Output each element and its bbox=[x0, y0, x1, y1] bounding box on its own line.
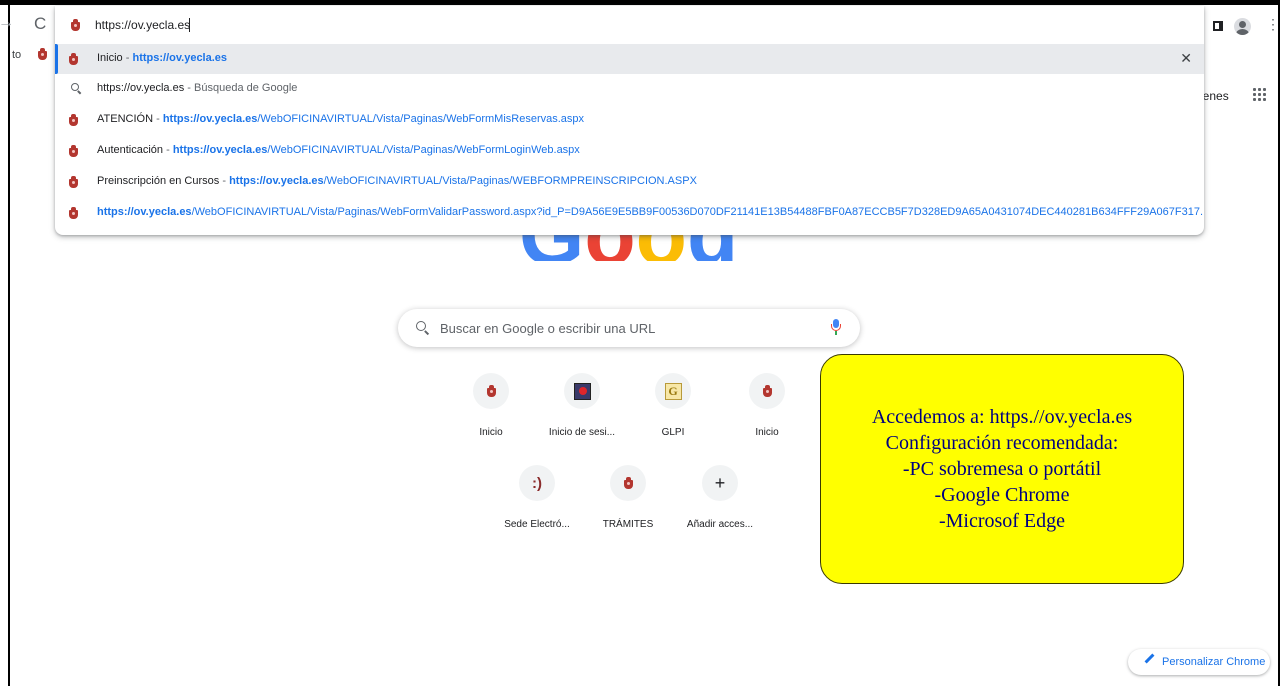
add-shortcut-tile[interactable]: + Añadir acces... bbox=[675, 465, 765, 545]
pencil-icon bbox=[1144, 653, 1155, 664]
yecla-crest-icon bbox=[749, 373, 785, 409]
forward-icon[interactable]: → bbox=[0, 14, 14, 32]
search-icon bbox=[69, 83, 81, 96]
ntp-search-input[interactable] bbox=[440, 319, 820, 337]
more-menu-icon[interactable]: ⋮ bbox=[1266, 17, 1280, 31]
ntp-search-box[interactable] bbox=[398, 309, 860, 347]
plus-icon: + bbox=[702, 465, 738, 501]
voice-search-icon[interactable] bbox=[831, 319, 841, 337]
suggestion-text: https://ov.yecla.es - Búsqueda de Google bbox=[97, 82, 298, 94]
bookmark-crest-icon[interactable] bbox=[38, 48, 47, 61]
suggestion-preinscripcion[interactable]: Preinscripción en Cursos - https://ov.ye… bbox=[55, 167, 1204, 197]
customize-chrome-button[interactable]: Personalizar Chrome bbox=[1128, 649, 1270, 675]
omnibox-dropdown: Inicio - https://ov.yecla.es ✕ https://o… bbox=[55, 6, 1204, 235]
search-icon bbox=[416, 321, 426, 331]
callout-line: -Microsof Edge bbox=[938, 510, 1066, 532]
shortcut-label: Inicio bbox=[479, 427, 503, 438]
window-top-border bbox=[0, 0, 1280, 5]
shortcut-label: Añadir acces... bbox=[686, 519, 754, 530]
sede-smiley-icon: :) bbox=[519, 465, 555, 501]
suggestion-crest-icon bbox=[69, 114, 81, 127]
callout-line: Accedemos a: https.//ov.yecla.es bbox=[871, 406, 1133, 428]
annotation-callout: Accedemos a: https.//ov.yecla.es Configu… bbox=[820, 354, 1184, 584]
suggestion-validar-password[interactable]: https://ov.yecla.es/WebOFICINAVIRTUAL/Vi… bbox=[55, 198, 1204, 228]
suggestion-crest-icon bbox=[69, 207, 81, 220]
side-panel-icon[interactable] bbox=[1213, 21, 1223, 31]
suggestion-crest-icon bbox=[69, 53, 81, 66]
site-crest-icon bbox=[71, 19, 80, 32]
text-caret bbox=[189, 18, 190, 32]
shortcut-tile[interactable]: G GLPI bbox=[628, 373, 718, 453]
callout-line: -Google Chrome bbox=[934, 484, 1070, 506]
shortcut-label: Inicio de sesi... bbox=[548, 427, 616, 438]
shortcut-label: Sede Electró... bbox=[504, 519, 570, 530]
suggestion-text: Autenticación - https://ov.yecla.es/WebO… bbox=[97, 144, 580, 156]
customize-label: Personalizar Chrome bbox=[1162, 656, 1266, 668]
address-bar-input[interactable] bbox=[95, 16, 695, 34]
yecla-crest-icon bbox=[473, 373, 509, 409]
shortcut-tile[interactable]: Inicio de sesi... bbox=[537, 373, 627, 453]
suggestion-text: Preinscripción en Cursos - https://ov.ye… bbox=[97, 175, 697, 187]
suggestion-text: Inicio - https://ov.yecla.es bbox=[97, 52, 228, 64]
glpi-icon: G bbox=[655, 373, 691, 409]
omnibox-input-row bbox=[55, 6, 1204, 42]
shortcut-tile[interactable]: Inicio bbox=[446, 373, 536, 453]
shortcut-label: Inicio bbox=[755, 427, 779, 438]
reload-icon[interactable]: C bbox=[34, 14, 46, 34]
google-apps-icon[interactable] bbox=[1252, 87, 1266, 101]
login-app-icon bbox=[564, 373, 600, 409]
suggestion-text: https://ov.yecla.es/WebOFICINAVIRTUAL/Vi… bbox=[97, 206, 1204, 218]
shortcut-tile[interactable]: :) Sede Electró... bbox=[492, 465, 582, 545]
callout-line: Configuración recomendada: bbox=[885, 432, 1119, 454]
profile-avatar-icon[interactable] bbox=[1234, 18, 1251, 35]
yecla-crest-icon bbox=[610, 465, 646, 501]
window-left-border bbox=[8, 5, 10, 686]
shortcut-tile[interactable]: TRÁMITES bbox=[583, 465, 673, 545]
shortcut-label: GLPI bbox=[661, 427, 685, 438]
suggestion-search[interactable]: https://ov.yecla.es - Búsqueda de Google bbox=[55, 74, 1204, 104]
suggestion-crest-icon bbox=[69, 145, 81, 158]
shortcut-label: TRÁMITES bbox=[602, 519, 654, 530]
bookmark-truncated-label[interactable]: to bbox=[12, 49, 21, 61]
suggestion-text: ATENCIÓN - https://ov.yecla.es/WebOFICIN… bbox=[97, 113, 585, 125]
remove-suggestion-icon[interactable]: ✕ bbox=[1180, 50, 1192, 67]
callout-line: -PC sobremesa o portátil bbox=[902, 458, 1102, 480]
suggestion-atencion[interactable]: ATENCIÓN - https://ov.yecla.es/WebOFICIN… bbox=[55, 105, 1204, 135]
suggestion-inicio[interactable]: Inicio - https://ov.yecla.es ✕ bbox=[55, 44, 1204, 74]
shortcut-tile[interactable]: Inicio bbox=[722, 373, 812, 453]
suggestion-autenticacion[interactable]: Autenticación - https://ov.yecla.es/WebO… bbox=[55, 136, 1204, 166]
suggestion-crest-icon bbox=[69, 176, 81, 189]
